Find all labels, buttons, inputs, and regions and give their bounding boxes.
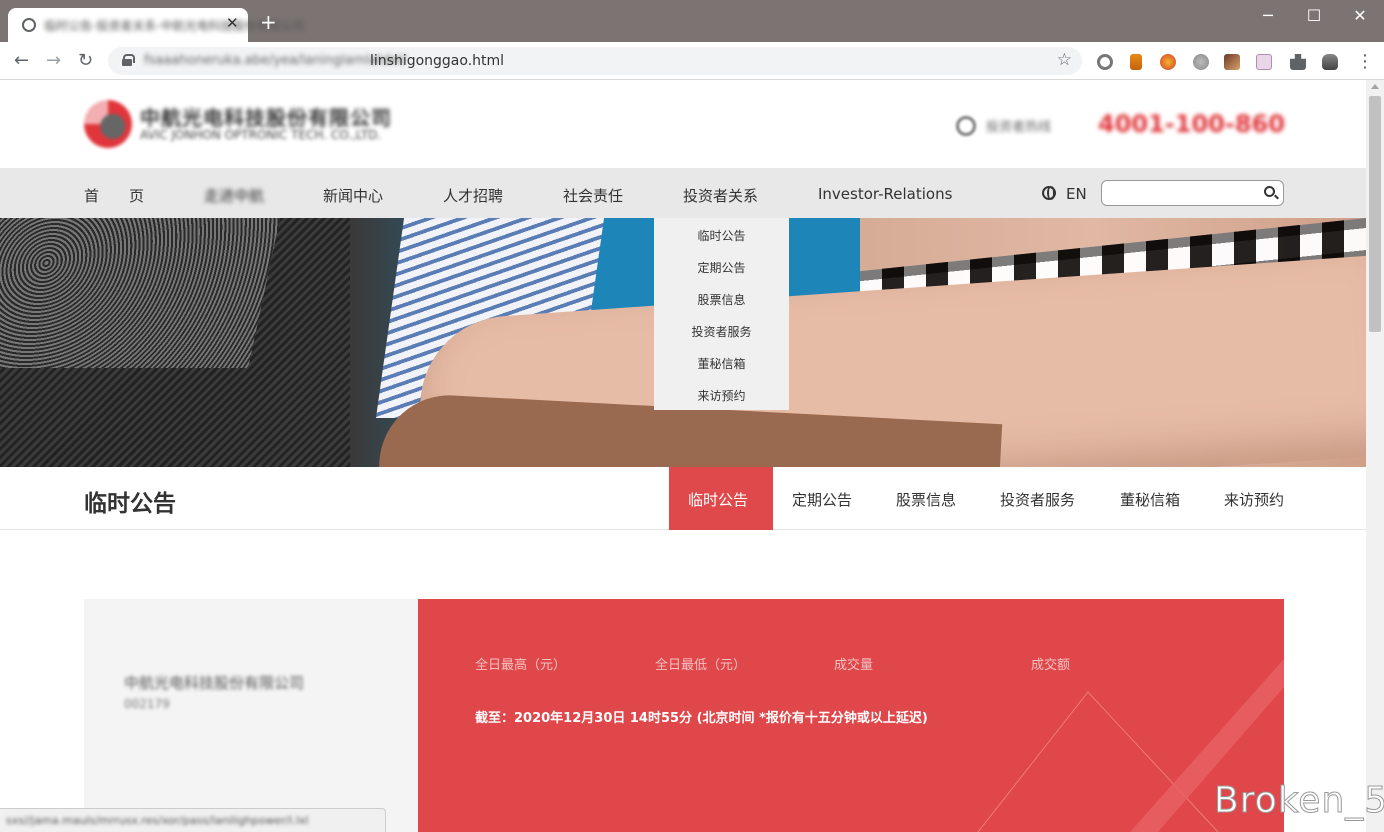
logo-chinese-name: 中航光电科技股份有限公司	[140, 106, 392, 130]
nav-social-responsibility[interactable]: 社会责任	[563, 185, 623, 206]
extension-window-icon[interactable]	[1256, 54, 1272, 70]
hotline-number: 4001-100-860	[1098, 110, 1285, 138]
dropdown-item-periodic-reports[interactable]: 定期公告	[654, 259, 789, 276]
search-input[interactable]	[1110, 181, 1260, 205]
site-logo[interactable]: 中航光电科技股份有限公司 AVIC JONHON OPTRONIC TECH. …	[84, 100, 391, 148]
language-switch[interactable]: EN	[1066, 185, 1087, 203]
status-url: sxs//jama.mauls/mrrusx.res/xor/pass/lani…	[6, 814, 309, 827]
globe-icon[interactable]	[1042, 186, 1056, 200]
browser-menu-icon[interactable]: ⋮	[1356, 51, 1374, 72]
subtab-secretary-mailbox[interactable]: 董秘信箱	[1120, 489, 1180, 510]
nav-news[interactable]: 新闻中心	[323, 185, 383, 206]
address-bar[interactable]: fsaaahoneruka.abe/yea/laninglamlatdel/ l…	[108, 47, 1082, 75]
logo-mark-icon	[84, 100, 132, 148]
extension-gear-icon[interactable]	[1193, 54, 1209, 70]
nav-investor-relations-en[interactable]: Investor-Relations	[818, 185, 952, 203]
dropdown-item-secretary-mailbox[interactable]: 董秘信箱	[654, 355, 789, 372]
subtab-visit-appointment[interactable]: 来访预约	[1224, 489, 1284, 510]
hotline-label: 投资者热线	[986, 120, 1052, 135]
globe-icon	[22, 18, 36, 32]
stock-code: 002179	[124, 697, 170, 711]
stock-identity-panel	[84, 599, 418, 832]
extension-avatar-icon[interactable]	[1160, 54, 1176, 70]
phone-icon	[956, 116, 976, 136]
nav-investor-relations[interactable]: 投资者关系	[683, 185, 758, 206]
scrollbar-thumb[interactable]	[1369, 96, 1381, 332]
extension-photo-icon[interactable]	[1224, 54, 1240, 70]
address-toolbar: ← → ↻ fsaaahoneruka.abe/yea/laninglamlat…	[0, 42, 1384, 80]
search-icon[interactable]	[1264, 186, 1275, 197]
nav-about[interactable]: 走进中航	[204, 185, 264, 206]
dropdown-item-visit-appointment[interactable]: 来访预约	[654, 387, 789, 404]
stock-header-turnover: 成交额	[1031, 658, 1071, 673]
scroll-up-arrow-icon[interactable]	[1371, 84, 1379, 89]
quote-timestamp: 截至：2020年12月30日 14时55分 (北京时间 *报价有十五分钟或以上延…	[475, 711, 928, 726]
close-window-button[interactable]: ✕	[1340, 6, 1380, 25]
extension-paragraph-icon[interactable]	[1130, 54, 1142, 70]
stock-header-day-high: 全日最高（元）	[475, 658, 567, 673]
site-search[interactable]	[1101, 180, 1284, 206]
new-tab-button[interactable]: +	[260, 12, 277, 32]
subtab-interim-announcements[interactable]: 临时公告	[688, 489, 748, 510]
profile-icon[interactable]	[1322, 54, 1338, 70]
close-tab-icon[interactable]: ✕	[226, 14, 239, 32]
minimize-button[interactable]: ─	[1248, 6, 1288, 25]
extension-circle-icon[interactable]	[1097, 54, 1113, 70]
back-button[interactable]: ←	[14, 50, 29, 71]
maximize-button[interactable]: ☐	[1294, 6, 1334, 25]
nav-careers[interactable]: 人才招聘	[443, 185, 503, 206]
stock-header-volume: 成交量	[834, 658, 874, 673]
logo-english-name: AVIC JONHON OPTRONIC TECH. CO.,LTD.	[140, 128, 382, 142]
dropdown-item-investor-services[interactable]: 投资者服务	[654, 323, 789, 340]
investor-relations-dropdown: 临时公告 定期公告 股票信息 投资者服务 董秘信箱 来访预约	[654, 218, 789, 410]
page-title: 临时公告	[84, 491, 176, 517]
dropdown-item-interim-announcements[interactable]: 临时公告	[654, 227, 789, 244]
subtab-investor-services[interactable]: 投资者服务	[1000, 489, 1075, 510]
browser-tab-strip: 临时公告-投资者关系-中航光电科技股份有限公司 ✕ + ─ ☐ ✕	[0, 0, 1384, 42]
watermark: Broken_5	[1213, 780, 1384, 822]
stock-company-name: 中航光电科技股份有限公司	[124, 674, 305, 692]
dropdown-item-stock-info[interactable]: 股票信息	[654, 291, 789, 308]
browser-status-bar: sxs//jama.mauls/mrrusx.res/xor/pass/lani…	[0, 808, 386, 832]
puzzle-icon[interactable]	[1290, 54, 1306, 70]
subtab-stock-info[interactable]: 股票信息	[896, 489, 956, 510]
nav-home[interactable]: 首 页	[84, 185, 144, 206]
subtab-periodic-reports[interactable]: 定期公告	[792, 489, 852, 510]
page-scrollbar[interactable]	[1366, 80, 1384, 832]
forward-button[interactable]: →	[46, 50, 61, 71]
investor-hotline: 投资者热线 4001-100-860	[956, 110, 1286, 140]
bookmark-star-icon[interactable]: ☆	[1057, 50, 1072, 70]
url-host: fsaaahoneruka.abe/yea/laninglamlatdel/	[144, 53, 407, 68]
lock-icon	[122, 54, 135, 66]
reload-button[interactable]: ↻	[78, 50, 93, 71]
stock-header-day-low: 全日最低（元）	[655, 658, 747, 673]
url-path: linshigonggao.html	[370, 53, 505, 69]
browser-tab[interactable]: 临时公告-投资者关系-中航光电科技股份有限公司 ✕	[8, 8, 305, 42]
